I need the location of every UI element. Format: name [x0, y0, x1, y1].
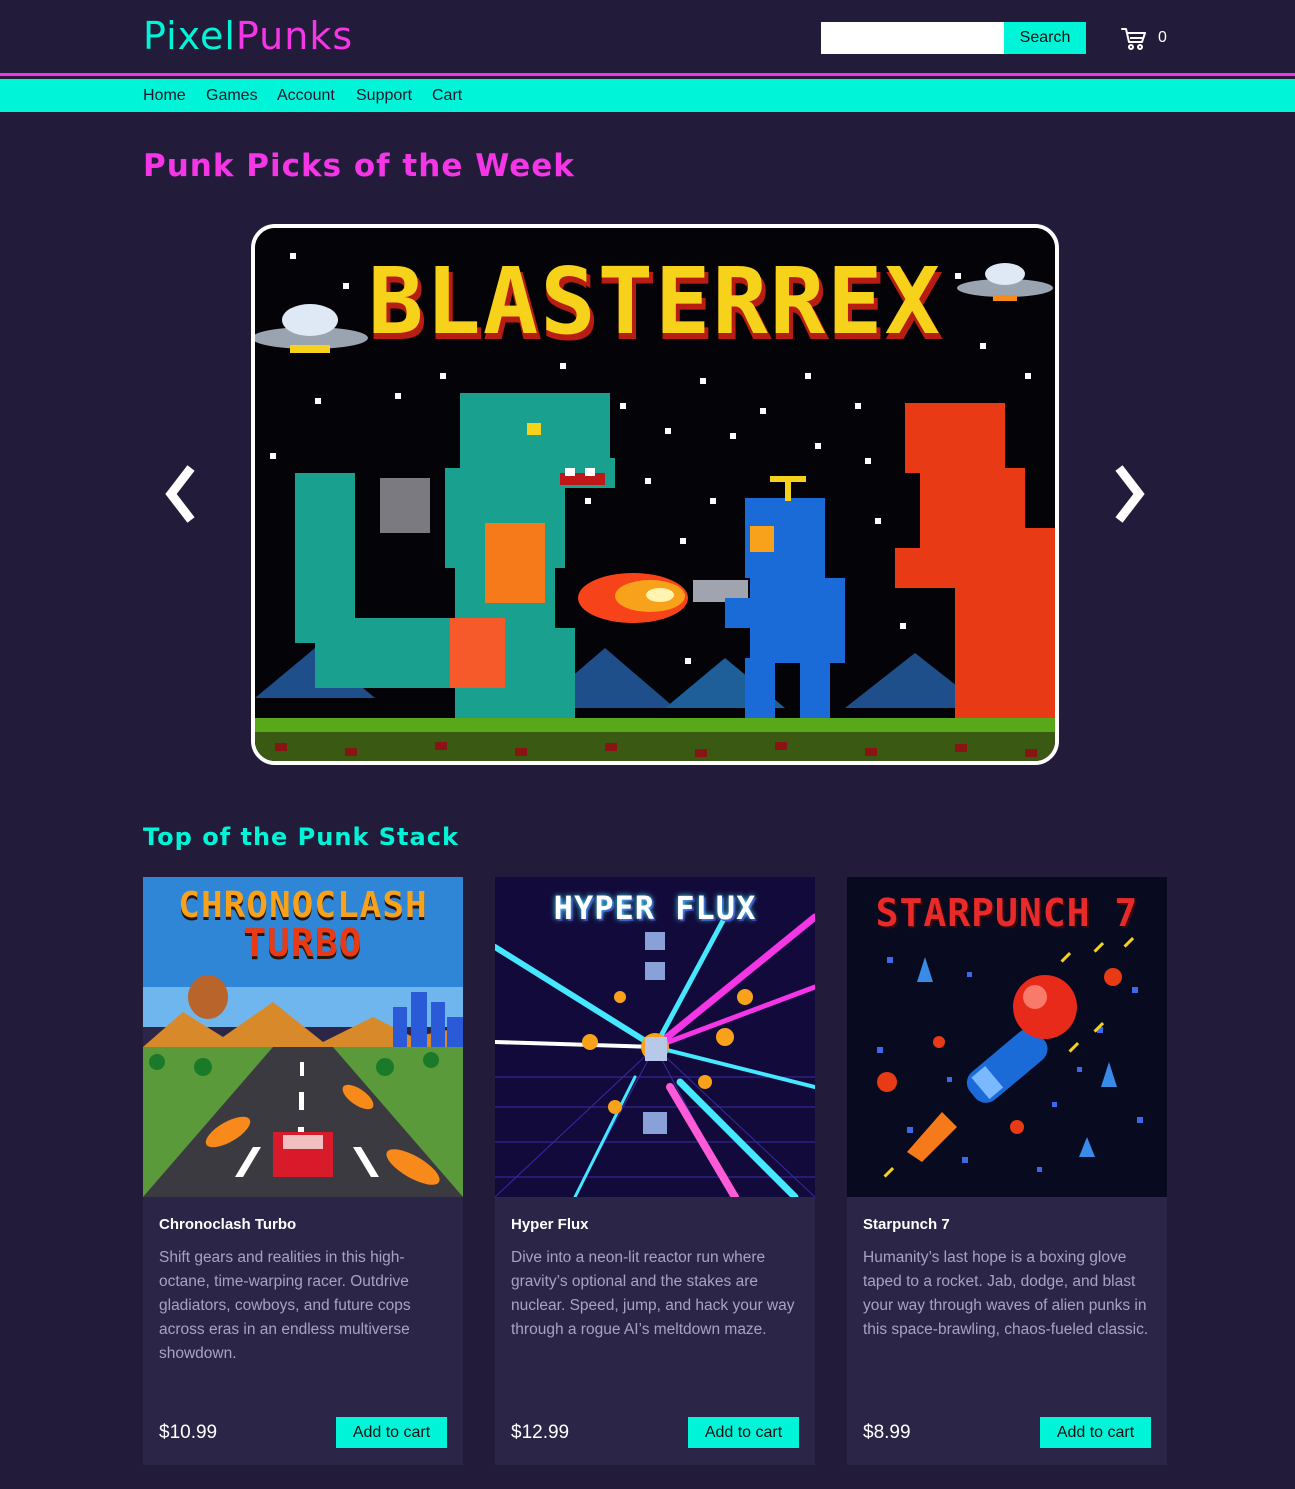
- search-input[interactable]: [821, 22, 1004, 54]
- game-name[interactable]: Chronoclash Turbo: [159, 1216, 296, 1233]
- add-to-cart-button[interactable]: Add to cart: [688, 1417, 799, 1448]
- game-name[interactable]: Starpunch 7: [863, 1216, 950, 1233]
- game-card-chronoclash: CHRONOCLASH TURBO Chronoclash Turbo Shif…: [143, 877, 463, 1465]
- nav-account[interactable]: Account: [277, 87, 335, 105]
- carousel-prev-button[interactable]: [160, 458, 200, 530]
- chronoclash-art-title: CHRONOCLASH: [178, 885, 428, 926]
- game-card-starpunch: STARPUNCH 7 Starpunch 7 Humanity’s last …: [847, 877, 1167, 1465]
- game-cover-hyperflux[interactable]: HYPER FLUX: [495, 877, 815, 1197]
- add-to-cart-button[interactable]: Add to cart: [1040, 1417, 1151, 1448]
- nav-games[interactable]: Games: [206, 87, 258, 105]
- stack-title: Top of the Punk Stack: [143, 823, 459, 851]
- logo-part-pixel: Pixel: [143, 14, 236, 58]
- chevron-left-icon: [165, 465, 195, 523]
- game-description: Humanity’s last hope is a boxing glove t…: [863, 1249, 1149, 1338]
- game-cover-chronoclash[interactable]: CHRONOCLASH TURBO: [143, 877, 463, 1197]
- site-header: PixelPunks Search 0: [0, 0, 1295, 76]
- slide-game-title: BLASTERREX: [368, 248, 942, 355]
- game-price: $8.99: [863, 1422, 911, 1443]
- game-cover-starpunch[interactable]: STARPUNCH 7: [847, 877, 1167, 1197]
- nav-support[interactable]: Support: [356, 87, 412, 105]
- add-to-cart-button[interactable]: Add to cart: [336, 1417, 447, 1448]
- nav-cart[interactable]: Cart: [432, 87, 462, 105]
- logo-part-punks: Punks: [235, 14, 354, 58]
- game-name[interactable]: Hyper Flux: [511, 1216, 589, 1233]
- chevron-right-icon: [1115, 465, 1145, 523]
- nav-home[interactable]: Home: [143, 87, 186, 105]
- carousel-next-button[interactable]: [1110, 458, 1150, 530]
- search-button[interactable]: Search: [1004, 22, 1086, 54]
- game-description: Shift gears and realities in this high-o…: [159, 1249, 411, 1362]
- game-description: Dive into a neon-lit reactor run where g…: [511, 1249, 795, 1338]
- site-logo[interactable]: PixelPunks: [143, 14, 353, 58]
- game-card-hyperflux: HYPER FLUX Hyper Flux Dive into a neon-l…: [495, 877, 815, 1465]
- main-nav: Home Games Account Support Cart: [0, 79, 1295, 112]
- cart-icon[interactable]: [1121, 27, 1147, 51]
- carousel-slide[interactable]: BLASTERREX: [251, 224, 1059, 765]
- hyperflux-art-title: HYPER FLUX: [553, 889, 757, 927]
- picks-title: Punk Picks of the Week: [143, 148, 575, 184]
- chronoclash-art-subtitle: TURBO: [243, 921, 363, 965]
- starpunch-art-title: STARPUNCH 7: [875, 891, 1139, 935]
- game-price: $10.99: [159, 1422, 218, 1443]
- cart-count: 0: [1158, 29, 1167, 46]
- game-price: $12.99: [511, 1422, 570, 1443]
